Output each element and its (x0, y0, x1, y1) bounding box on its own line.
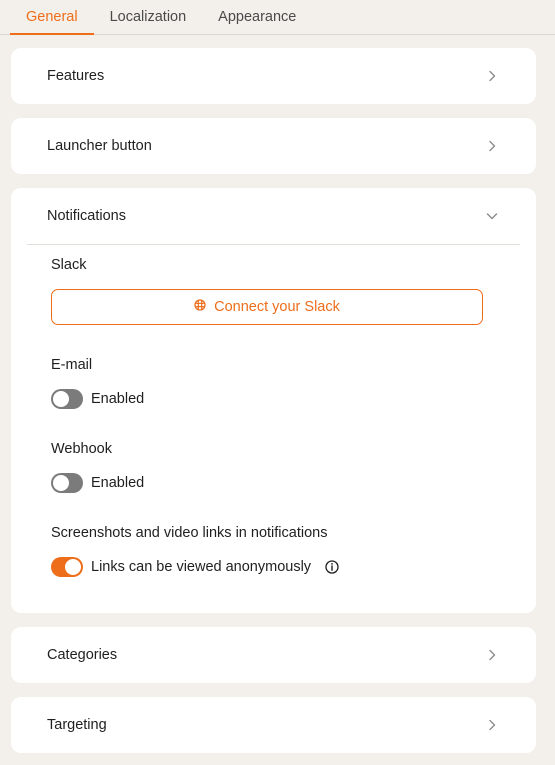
notifications-card: Notifications Slack Connect your Slack E… (11, 188, 536, 613)
categories-card: Categories (11, 627, 536, 683)
toggle-knob (53, 391, 69, 407)
webhook-toggle[interactable] (51, 473, 83, 493)
notifications-title: Notifications (47, 208, 126, 224)
webhook-toggle-row: Enabled (51, 473, 144, 493)
email-toggle-label: Enabled (91, 391, 145, 407)
categories-header[interactable]: Categories (11, 627, 536, 683)
slack-label: Slack (51, 257, 87, 273)
launcher-card: Launcher button (11, 118, 536, 174)
toggle-knob (65, 559, 81, 575)
chevron-down-icon (486, 210, 498, 222)
slack-icon (194, 299, 206, 315)
divider (27, 244, 520, 245)
anonymous-links-toggle[interactable] (51, 557, 83, 577)
tab-bar: General Localization Appearance (0, 0, 555, 35)
tab-localization[interactable]: Localization (94, 0, 203, 35)
chevron-right-icon (486, 719, 498, 731)
chevron-right-icon (486, 70, 498, 82)
notifications-header[interactable]: Notifications (11, 188, 536, 244)
email-toggle-row: Enabled (51, 389, 144, 409)
connect-slack-label: Connect your Slack (214, 299, 340, 315)
chevron-right-icon (486, 649, 498, 661)
tab-general[interactable]: General (10, 0, 94, 35)
targeting-header[interactable]: Targeting (11, 697, 536, 753)
features-title: Features (47, 68, 105, 84)
email-label: E-mail (51, 357, 93, 373)
targeting-title: Targeting (47, 717, 107, 733)
screenshots-label: Screenshots and video links in notificat… (51, 525, 328, 541)
launcher-header[interactable]: Launcher button (11, 118, 536, 174)
toggle-knob (53, 475, 69, 491)
chevron-right-icon (486, 140, 498, 152)
tab-appearance[interactable]: Appearance (202, 0, 312, 35)
webhook-toggle-label: Enabled (91, 475, 145, 491)
webhook-label: Webhook (51, 441, 112, 457)
info-icon[interactable] (325, 560, 339, 574)
features-header[interactable]: Features (11, 48, 536, 104)
launcher-title: Launcher button (47, 138, 152, 154)
screenshots-toggle-row: Links can be viewed anonymously (51, 557, 339, 577)
email-toggle[interactable] (51, 389, 83, 409)
connect-slack-button[interactable]: Connect your Slack (51, 289, 483, 325)
categories-title: Categories (47, 647, 118, 663)
features-card: Features (11, 48, 536, 104)
anonymous-links-label: Links can be viewed anonymously (91, 559, 312, 575)
targeting-card: Targeting (11, 697, 536, 753)
